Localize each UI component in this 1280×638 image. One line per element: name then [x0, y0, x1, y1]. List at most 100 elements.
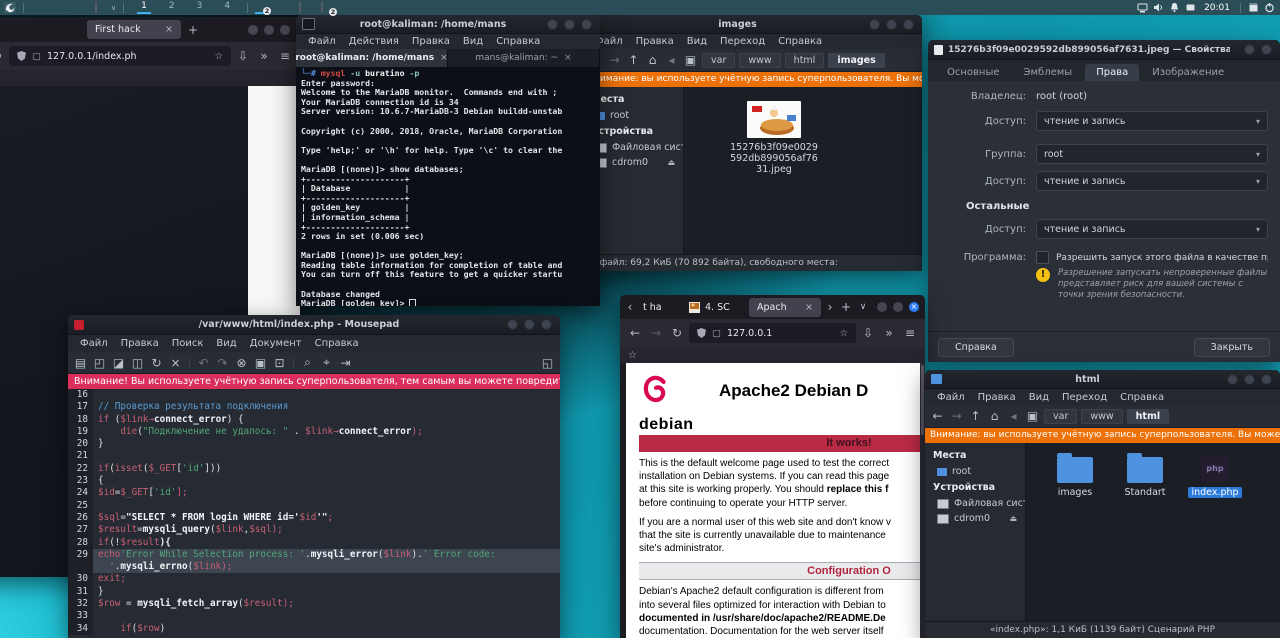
- breadcrumb-html[interactable]: html: [785, 53, 825, 68]
- close-tab-icon[interactable]: ×: [440, 53, 448, 63]
- tab-emblems[interactable]: Эмблемы: [1013, 64, 1084, 81]
- terminal-tab-root[interactable]: root@kaliman: /home/mans ×: [296, 49, 448, 67]
- reload-icon[interactable]: ↻: [668, 326, 686, 340]
- file-manager-launcher[interactable]: [31, 2, 43, 13]
- minimize-button[interactable]: [1244, 44, 1255, 55]
- go-to-line-icon[interactable]: ⇥: [337, 356, 354, 370]
- close-tab-icon[interactable]: ×: [564, 53, 572, 63]
- menu-item[interactable]: Файл: [302, 36, 342, 47]
- launcher-expand-icon[interactable]: ∨: [111, 4, 116, 12]
- prev-icon[interactable]: ◂: [663, 53, 680, 67]
- paste-icon[interactable]: ⊡: [271, 356, 288, 370]
- titlebar[interactable]: html: [925, 370, 1280, 389]
- minimize-button[interactable]: [1227, 374, 1238, 385]
- close-file-icon[interactable]: ×: [167, 356, 184, 370]
- undo-icon[interactable]: ↶: [195, 356, 212, 370]
- code-editor[interactable]: 16 17// Проверка результата подключения1…: [68, 389, 560, 638]
- notifications-bell-icon[interactable]: [1169, 2, 1181, 13]
- terminal-output[interactable]: └─# mysql -u buratino -pEnter password: …: [296, 67, 600, 306]
- titlebar[interactable]: /var/www/html/index.php - Mousepad: [68, 315, 560, 335]
- tab-image[interactable]: 4. SC: [684, 298, 746, 317]
- menu-icon[interactable]: ≡: [276, 49, 294, 63]
- menu-item[interactable]: 2: [165, 1, 179, 14]
- menu-item[interactable]: Справка: [490, 36, 546, 47]
- maximize-button[interactable]: [893, 302, 903, 312]
- titlebar[interactable]: 15276b3f09e0029592db899056af7631.jpeg — …: [928, 40, 1280, 60]
- taskbar-item-fileman[interactable]: [299, 2, 311, 13]
- up-icon[interactable]: ↑: [967, 409, 984, 423]
- power-icon[interactable]: [1264, 2, 1276, 13]
- tab-first-hack-partial[interactable]: t ha: [639, 298, 681, 317]
- forward-icon[interactable]: →: [606, 53, 623, 67]
- menu-item[interactable]: Документ: [244, 338, 308, 349]
- sidebar-item-root[interactable]: root: [925, 464, 1025, 479]
- close-button[interactable]: ×: [909, 302, 919, 312]
- breadcrumb-www[interactable]: www: [1081, 409, 1122, 424]
- allow-execute-checkbox[interactable]: [1036, 251, 1049, 264]
- display-settings-icon[interactable]: [1185, 2, 1197, 13]
- file-item-images[interactable]: images: [1044, 457, 1106, 498]
- file-item-jpeg[interactable]: 15276b3f09e0029 592db899056af76 31.jpeg: [726, 101, 822, 175]
- reload-icon[interactable]: ↻: [0, 49, 6, 63]
- help-button[interactable]: Справка: [938, 338, 1014, 357]
- url-bar[interactable]: ▢ 127.0.0.1/index.ph ☆: [9, 46, 231, 66]
- text-files-launcher[interactable]: [47, 2, 59, 13]
- maximize-button[interactable]: [564, 19, 575, 30]
- minimize-button[interactable]: [248, 25, 258, 35]
- minimize-button[interactable]: [869, 19, 880, 30]
- menu-item[interactable]: Вид: [681, 36, 713, 47]
- taskbar-item-mousepad[interactable]: 2: [255, 1, 267, 14]
- tab-first-hack[interactable]: First hack ×: [87, 20, 181, 39]
- breadcrumb-var[interactable]: var: [1044, 409, 1077, 424]
- workspace-switcher[interactable]: 1234: [137, 1, 234, 14]
- eject-icon[interactable]: ⏏: [667, 158, 677, 167]
- scroll-tabs-left-icon[interactable]: ‹: [624, 300, 636, 314]
- maximize-button[interactable]: [264, 25, 274, 35]
- menu-item[interactable]: Поиск: [166, 338, 210, 349]
- network-icon[interactable]: [1137, 2, 1149, 13]
- scrollbar-thumb[interactable]: [921, 365, 924, 435]
- list-tabs-icon[interactable]: ∨: [856, 302, 870, 312]
- back-icon[interactable]: ←: [626, 326, 644, 340]
- taskbar-item-terminal[interactable]: 2: [321, 2, 333, 13]
- back-icon[interactable]: ←: [929, 409, 946, 423]
- save-as-icon[interactable]: ◫: [129, 356, 146, 370]
- titlebar[interactable]: root@kaliman: /home/mans: [296, 15, 600, 34]
- menu-item[interactable]: Правка: [972, 392, 1022, 403]
- menu-item[interactable]: Справка: [772, 36, 828, 47]
- clock[interactable]: 20:01: [1204, 3, 1230, 13]
- bookmark-star-icon[interactable]: ☆: [839, 328, 848, 339]
- menu-item[interactable]: 1: [137, 1, 151, 14]
- minimize-button[interactable]: [547, 19, 558, 30]
- fullscreen-icon[interactable]: ◱: [539, 356, 556, 370]
- menu-item[interactable]: Вид: [210, 338, 242, 349]
- new-tab-button[interactable]: +: [839, 300, 853, 314]
- maximize-button[interactable]: [524, 319, 535, 330]
- file-item-index-php[interactable]: php index.php: [1184, 455, 1246, 498]
- volume-icon[interactable]: [1153, 2, 1165, 13]
- package-updates-icon[interactable]: [1248, 2, 1260, 13]
- shield-icon[interactable]: [697, 328, 706, 338]
- menu-item[interactable]: Переход: [1056, 392, 1113, 403]
- close-button[interactable]: [541, 319, 552, 330]
- downloads-icon[interactable]: ⇩: [234, 49, 252, 63]
- downloads-icon[interactable]: ⇩: [859, 326, 877, 340]
- drive-icon[interactable]: ▣: [682, 53, 699, 67]
- owner-access-select[interactable]: чтение и запись▾: [1036, 111, 1268, 131]
- close-button[interactable]: [581, 19, 592, 30]
- menu-icon[interactable]: ≡: [901, 326, 919, 340]
- group-access-select[interactable]: чтение и запись▾: [1036, 171, 1268, 191]
- titlebar[interactable]: images: [583, 15, 922, 34]
- copy-icon[interactable]: ▣: [252, 356, 269, 370]
- overflow-icon[interactable]: »: [255, 49, 273, 63]
- sidebar-item-cdrom[interactable]: cdrom0⏏: [925, 511, 1025, 526]
- close-button[interactable]: [903, 19, 914, 30]
- breadcrumb-images[interactable]: images: [828, 53, 884, 68]
- menu-item[interactable]: Правка: [115, 338, 165, 349]
- close-button[interactable]: [1261, 374, 1272, 385]
- overflow-icon[interactable]: »: [880, 326, 898, 340]
- menu-item[interactable]: Вид: [457, 36, 489, 47]
- menu-item[interactable]: Правка: [406, 36, 456, 47]
- applications-menu-button[interactable]: [4, 2, 16, 13]
- close-tab-icon[interactable]: ×: [805, 302, 813, 313]
